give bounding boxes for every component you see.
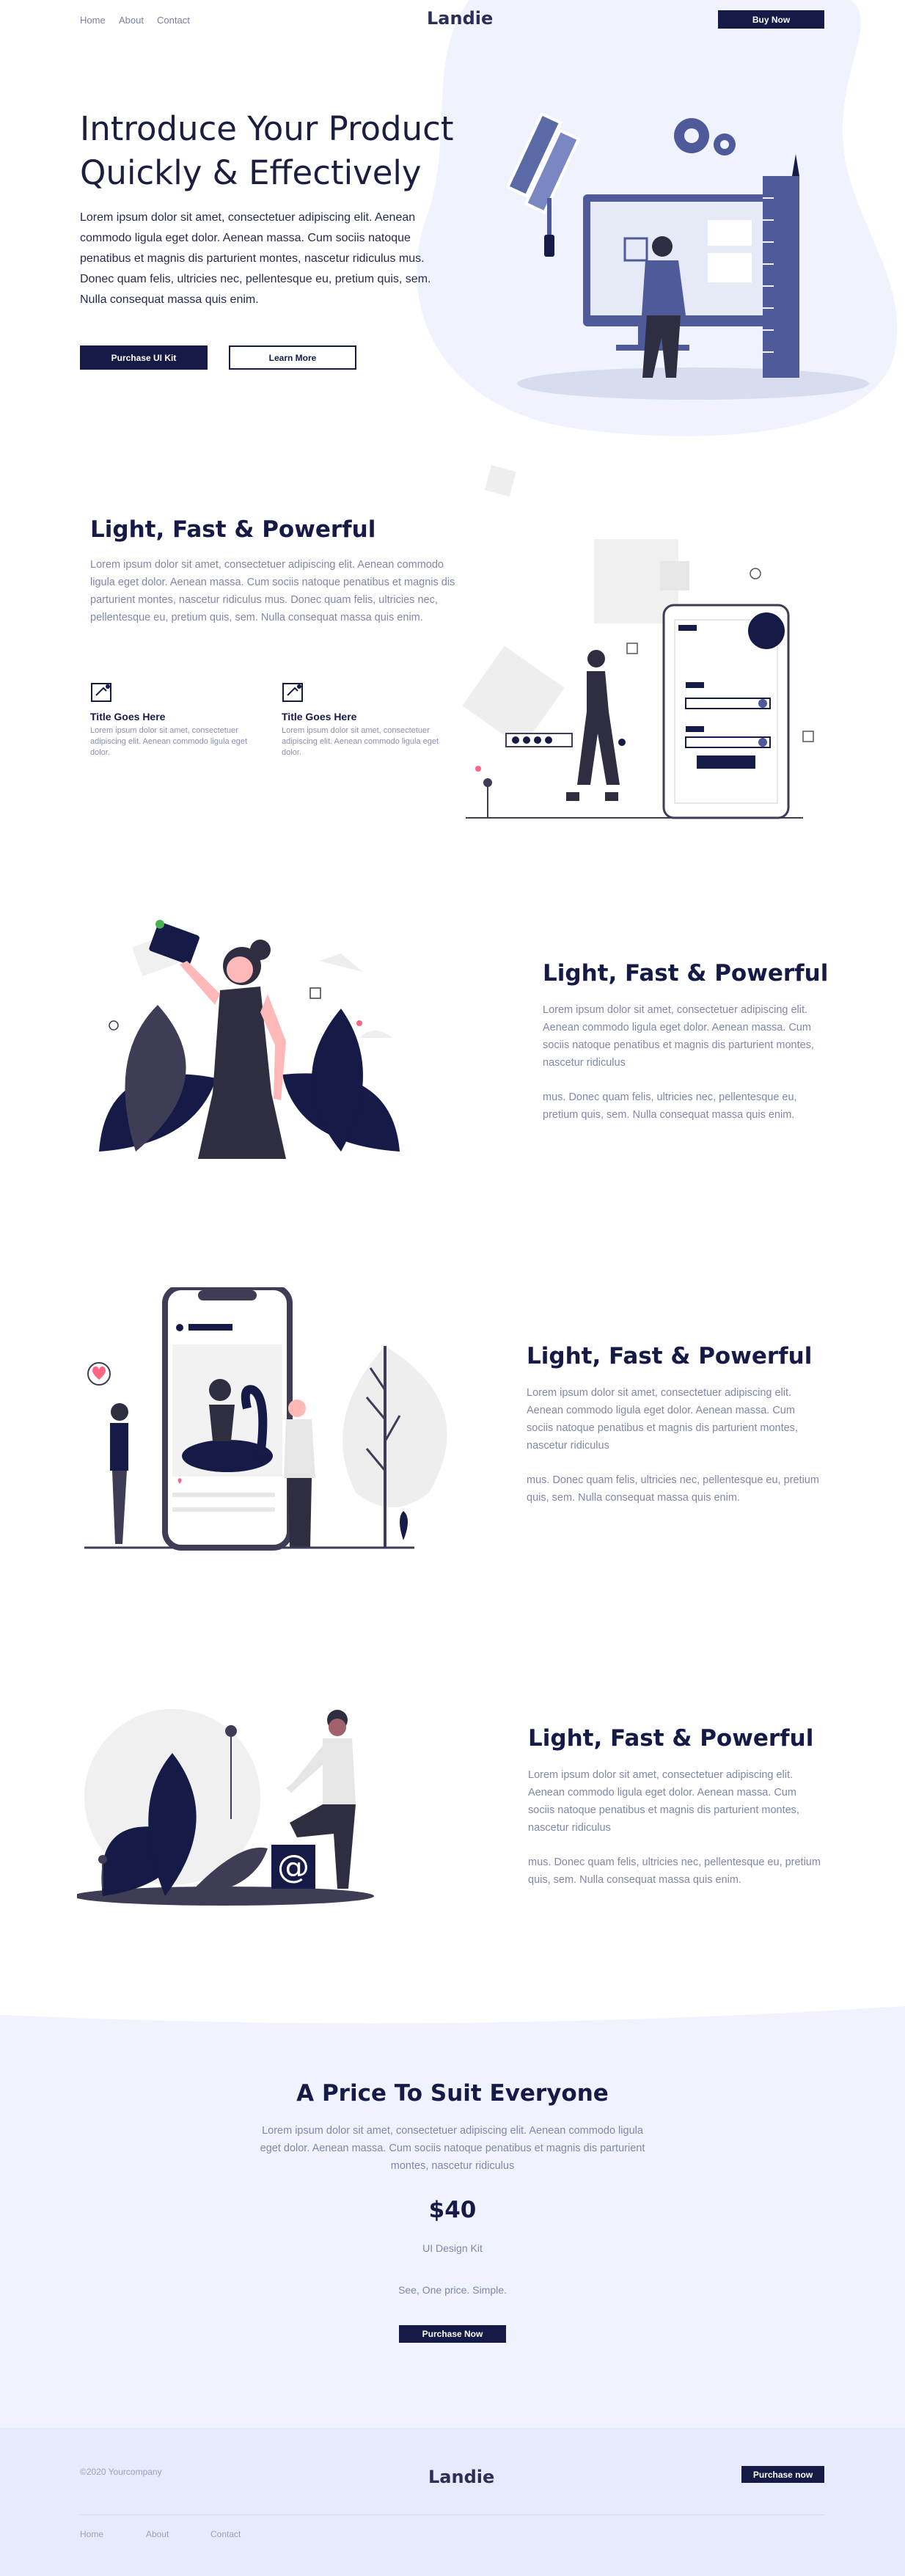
section2-text1: Lorem ipsum dolor sit amet, consectetuer… — [543, 1004, 814, 1069]
footer-link-home[interactable]: Home — [80, 2529, 103, 2539]
feature-card: Title Goes Here Lorem ipsum dolor sit am… — [282, 681, 443, 758]
section4-text1: Lorem ipsum dolor sit amet, consectetuer… — [528, 1769, 799, 1834]
pricing-title: A Price To Suit Everyone — [296, 2080, 609, 2107]
section2-title: Light, Fast & Powerful — [543, 960, 829, 987]
design-icon — [282, 683, 303, 702]
section1-illustration — [462, 465, 814, 819]
footer-logo[interactable]: Landie — [428, 2467, 494, 2487]
hero-title-line1: Introduce Your Product — [80, 109, 454, 148]
section3-text2: mus. Donec quam felis, ultricies nec, pe… — [527, 1474, 819, 1504]
copyright: ©2020 Yourcompany — [80, 2467, 162, 2477]
footer-purchase-button[interactable]: Purchase now — [741, 2466, 824, 2483]
buy-now-button[interactable]: Buy Now — [718, 10, 824, 29]
footer-link-about[interactable]: About — [146, 2529, 169, 2539]
section1-title: Light, Fast & Powerful — [90, 516, 376, 543]
feature-text: Lorem ipsum dolor sit amet, consectetuer… — [90, 726, 248, 757]
section4-illustration: @ — [77, 1709, 374, 1906]
logo[interactable]: Landie — [427, 8, 493, 29]
hero-text: Lorem ipsum dolor sit amet, consectetuer… — [80, 211, 431, 306]
learn-more-button[interactable]: Learn More — [229, 345, 356, 370]
section2-text2: mus. Donec quam felis, ultricies nec, pe… — [543, 1091, 797, 1121]
feature-title: Title Goes Here — [282, 711, 357, 722]
price: $40 — [428, 2197, 477, 2223]
footer-divider — [80, 2514, 824, 2515]
svg-text:@: @ — [277, 1848, 309, 1886]
hero-title-line2: Quickly & Effectively — [80, 153, 422, 192]
section4-title: Light, Fast & Powerful — [528, 1725, 814, 1752]
section1-text: Lorem ipsum dolor sit amet, consectetuer… — [90, 559, 455, 623]
pricing-text: Lorem ipsum dolor sit amet, consectetuer… — [260, 2125, 645, 2172]
footer-link-contact[interactable]: Contact — [210, 2529, 241, 2539]
nav-about[interactable]: About — [119, 15, 144, 26]
nav-home[interactable]: Home — [80, 15, 106, 26]
footer — [0, 2428, 905, 2576]
nav-contact[interactable]: Contact — [157, 15, 190, 26]
feature-card: Title Goes Here Lorem ipsum dolor sit am… — [90, 681, 252, 758]
feature-title: Title Goes Here — [90, 711, 166, 722]
product-name: UI Design Kit — [422, 2242, 483, 2254]
pricing-tagline: See, One price. Simple. — [398, 2284, 507, 2296]
feature-text: Lorem ipsum dolor sit amet, consectetuer… — [282, 726, 439, 757]
design-icon — [91, 683, 111, 702]
section3-text1: Lorem ipsum dolor sit amet, consectetuer… — [527, 1387, 798, 1452]
section2-illustration — [99, 920, 400, 1159]
purchase-ui-kit-button[interactable]: Purchase UI Kit — [80, 345, 208, 370]
hero-illustration — [506, 111, 869, 400]
hero-title: Introduce Your Product Quickly & Effecti… — [80, 107, 491, 195]
section3-illustration — [84, 1287, 447, 1551]
section3-title: Light, Fast & Powerful — [527, 1343, 813, 1369]
purchase-now-button[interactable]: Purchase Now — [399, 2325, 506, 2343]
section4-text2: mus. Donec quam felis, ultricies nec, pe… — [528, 1856, 821, 1886]
